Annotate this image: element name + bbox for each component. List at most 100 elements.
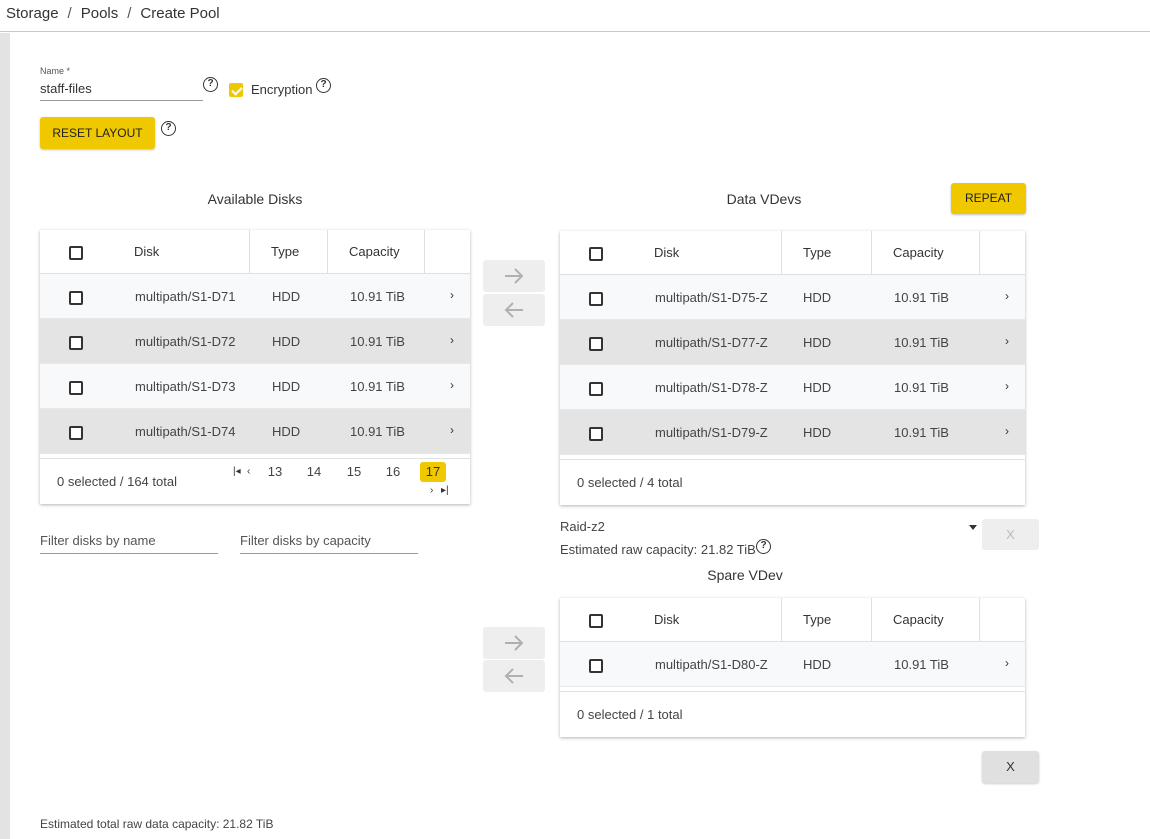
table-footer: 0 selected / 4 total (560, 459, 1025, 505)
chevron-right-icon[interactable]: › (450, 274, 454, 319)
chevron-down-icon[interactable] (969, 525, 977, 530)
move-from-data-vdev-button[interactable] (483, 294, 545, 326)
encryption-label: Encryption (251, 82, 313, 97)
estimated-total-capacity: Estimated total raw data capacity: 21.82… (40, 817, 274, 831)
column-divider (781, 598, 782, 642)
column-capacity[interactable]: Capacity (893, 231, 944, 275)
chevron-right-icon[interactable]: › (1005, 365, 1009, 410)
table-row[interactable]: multipath/S1-D79-Z HDD 10.91 TiB › (560, 410, 1025, 455)
row-checkbox[interactable] (69, 336, 83, 350)
column-divider (979, 231, 980, 275)
help-icon[interactable]: ? (203, 77, 218, 92)
column-disk[interactable]: Disk (654, 598, 679, 642)
table-header: Disk Type Capacity (560, 598, 1025, 642)
column-capacity[interactable]: Capacity (893, 598, 944, 642)
move-to-data-vdev-button[interactable] (483, 260, 545, 292)
help-icon[interactable]: ? (756, 539, 771, 554)
chevron-right-icon[interactable]: › (450, 319, 454, 364)
table-row[interactable]: multipath/S1-D71 HDD 10.91 TiB › (40, 274, 470, 319)
breadcrumb-pools[interactable]: Pools (81, 5, 119, 22)
arrow-right-icon (505, 635, 524, 651)
table-header: Disk Type Capacity (40, 230, 470, 274)
row-checkbox[interactable] (589, 337, 603, 351)
filter-by-name-input[interactable]: Filter disks by name (40, 533, 218, 555)
column-divider (327, 230, 328, 274)
chevron-right-icon[interactable]: › (1005, 275, 1009, 320)
breadcrumb-create-pool: Create Pool (140, 5, 220, 22)
disk-name: multipath/S1-D74 (135, 424, 236, 439)
chevron-right-icon[interactable]: › (450, 409, 454, 454)
column-divider (871, 231, 872, 275)
selection-count: 0 selected / 4 total (577, 475, 683, 490)
move-to-spare-vdev-button[interactable] (483, 627, 545, 659)
data-vdevs-title: Data VDevs (726, 191, 802, 207)
page-16[interactable]: 16 (380, 462, 406, 482)
filter-underline (240, 553, 418, 554)
table-row[interactable]: multipath/S1-D78-Z HDD 10.91 TiB › (560, 365, 1025, 410)
last-page-icon[interactable]: ▸| (441, 485, 449, 497)
disk-type: HDD (272, 334, 301, 349)
select-all-checkbox[interactable] (589, 614, 603, 628)
row-checkbox[interactable] (589, 659, 603, 673)
row-checkbox[interactable] (589, 382, 603, 396)
available-disks-title: Available Disks (207, 191, 303, 207)
encryption-checkbox[interactable] (229, 83, 243, 97)
table-row[interactable]: multipath/S1-D74 HDD 10.91 TiB › (40, 409, 470, 454)
chevron-right-icon[interactable]: › (450, 364, 454, 409)
table-row[interactable]: multipath/S1-D77-Z HDD 10.91 TiB › (560, 320, 1025, 365)
reset-layout-button[interactable]: RESET LAYOUT (40, 117, 155, 149)
table-row[interactable]: multipath/S1-D73 HDD 10.91 TiB › (40, 364, 470, 409)
page-15[interactable]: 15 (341, 462, 367, 482)
row-checkbox[interactable] (589, 292, 603, 306)
spare-vdev-title: Spare VDev (707, 567, 783, 583)
disk-type: HDD (803, 657, 832, 672)
table-row[interactable]: multipath/S1-D72 HDD 10.91 TiB › (40, 319, 470, 364)
breadcrumb-storage[interactable]: Storage (6, 5, 59, 22)
disk-type: HDD (272, 289, 301, 304)
table-row[interactable]: multipath/S1-D80-Z HDD 10.91 TiB › (560, 642, 1025, 687)
filter-by-capacity-input[interactable]: Filter disks by capacity (240, 533, 418, 555)
repeat-button[interactable]: REPEAT (951, 183, 1026, 214)
disk-name: multipath/S1-D75-Z (655, 290, 768, 305)
column-type[interactable]: Type (803, 231, 831, 275)
vdev-layout-select[interactable]: Raid-z2 (560, 519, 978, 539)
column-disk[interactable]: Disk (654, 231, 679, 275)
column-type[interactable]: Type (803, 598, 831, 642)
column-type[interactable]: Type (271, 230, 299, 274)
select-all-checkbox[interactable] (69, 246, 83, 260)
column-divider (249, 230, 250, 274)
help-icon[interactable]: ? (161, 121, 176, 136)
disk-type: HDD (803, 335, 832, 350)
help-icon[interactable]: ? (316, 78, 331, 93)
row-checkbox[interactable] (69, 291, 83, 305)
column-disk[interactable]: Disk (134, 230, 159, 274)
column-capacity[interactable]: Capacity (349, 230, 400, 274)
page-13[interactable]: 13 (262, 462, 288, 482)
name-field[interactable]: Name * staff-files (40, 66, 203, 102)
row-checkbox[interactable] (69, 381, 83, 395)
disk-name: multipath/S1-D77-Z (655, 335, 768, 350)
arrow-left-icon (504, 668, 523, 684)
chevron-right-icon[interactable]: › (1005, 320, 1009, 365)
select-all-checkbox[interactable] (589, 247, 603, 261)
arrow-left-icon (504, 302, 523, 318)
disk-capacity: 10.91 TiB (894, 657, 949, 672)
disk-name: multipath/S1-D78-Z (655, 380, 768, 395)
table-footer: 0 selected / 164 total |◂ ‹ 13 14 15 16 … (40, 458, 470, 504)
next-page-icon[interactable]: › (430, 485, 433, 497)
chevron-right-icon[interactable]: › (1005, 642, 1009, 687)
vdev-layout-value: Raid-z2 (560, 519, 605, 534)
row-checkbox[interactable] (589, 427, 603, 441)
chevron-right-icon[interactable]: › (1005, 410, 1009, 455)
first-page-icon[interactable]: |◂ (233, 466, 241, 478)
page-14[interactable]: 14 (301, 462, 327, 482)
prev-page-icon[interactable]: ‹ (247, 466, 250, 478)
page-17[interactable]: 17 (420, 462, 446, 482)
row-checkbox[interactable] (69, 426, 83, 440)
breadcrumb-separator: / (127, 5, 132, 22)
remove-data-vdev-button[interactable]: X (982, 519, 1039, 550)
move-from-spare-vdev-button[interactable] (483, 660, 545, 692)
remove-spare-vdev-button[interactable]: X (982, 751, 1039, 783)
name-input-value[interactable]: staff-files (40, 81, 203, 96)
table-row[interactable]: multipath/S1-D75-Z HDD 10.91 TiB › (560, 275, 1025, 320)
